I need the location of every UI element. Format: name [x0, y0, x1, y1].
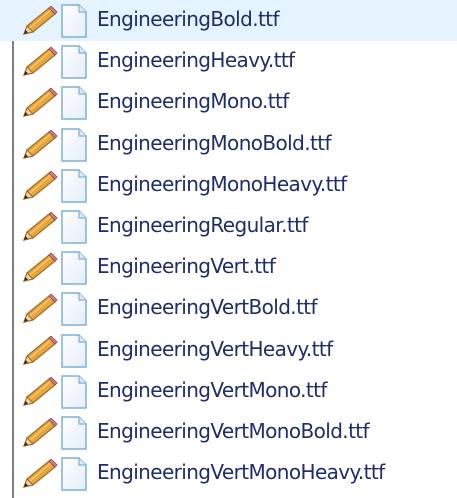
file-list-item[interactable]: EngineeringVertHeavy.ttf	[0, 330, 457, 371]
file-name-label: EngineeringVertMono.ttf	[97, 377, 327, 402]
document-icon	[61, 4, 87, 38]
document-icon	[61, 416, 87, 450]
file-name-label: EngineeringMono.ttf	[97, 89, 289, 114]
file-name-label: EngineeringMonoHeavy.ttf	[97, 171, 347, 196]
file-list-item[interactable]: EngineeringMonoBold.ttf	[0, 124, 457, 165]
document-icon	[61, 457, 87, 491]
document-icon	[61, 127, 87, 162]
file-name-label: EngineeringVertMonoBold.ttf	[97, 418, 370, 443]
file-name-label: EngineeringVertBold.ttf	[97, 295, 318, 320]
file-list-item[interactable]: EngineeringBold.ttf	[0, 0, 457, 42]
document-icon	[61, 86, 87, 121]
edit-pencil-icon[interactable]	[18, 417, 58, 450]
edit-pencil-icon[interactable]	[18, 88, 58, 120]
edit-pencil-icon[interactable]	[18, 294, 58, 326]
document-icon	[61, 210, 87, 244]
file-list-item[interactable]: EngineeringVert.ttf	[0, 247, 457, 288]
file-list-item[interactable]: EngineeringRegular.ttf	[0, 206, 457, 247]
file-list-item[interactable]: EngineeringMono.ttf	[0, 82, 457, 123]
file-name-label: EngineeringVert.ttf	[97, 254, 276, 279]
edit-pencil-icon[interactable]	[18, 253, 58, 285]
file-list-item[interactable]: EngineeringVertBold.ttf	[0, 288, 457, 329]
document-icon	[61, 251, 87, 285]
file-name-label: EngineeringVertMonoHeavy.ttf	[97, 460, 385, 485]
file-list-item[interactable]: EngineeringHeavy.ttf	[0, 41, 457, 82]
document-icon	[61, 374, 87, 409]
file-name-label: EngineeringVertHeavy.ttf	[97, 336, 333, 361]
document-icon	[61, 45, 87, 79]
edit-pencil-icon[interactable]	[18, 459, 58, 491]
edit-pencil-icon[interactable]	[18, 47, 58, 79]
file-tree: EngineeringBold.ttf EngineeringHeavy.ttf	[0, 0, 457, 498]
file-list-item[interactable]: EngineeringVertMono.ttf	[0, 371, 457, 412]
file-list: EngineeringBold.ttf EngineeringHeavy.ttf	[0, 0, 457, 494]
edit-pencil-icon[interactable]	[18, 376, 58, 409]
file-name-label: EngineeringRegular.ttf	[97, 212, 308, 237]
document-icon	[61, 292, 87, 327]
file-name-label: EngineeringHeavy.ttf	[97, 48, 295, 73]
edit-pencil-icon[interactable]	[18, 129, 58, 162]
file-list-item[interactable]: EngineeringVertMonoHeavy.ttf	[0, 453, 457, 494]
edit-pencil-icon[interactable]	[18, 170, 58, 203]
edit-pencil-icon[interactable]	[18, 6, 58, 38]
edit-pencil-icon[interactable]	[18, 211, 58, 244]
file-name-label: EngineeringBold.ttf	[97, 7, 280, 31]
file-name-label: EngineeringMonoBold.ttf	[97, 130, 332, 155]
edit-pencil-icon[interactable]	[18, 335, 58, 368]
file-list-item[interactable]: EngineeringMonoHeavy.ttf	[0, 165, 457, 206]
document-icon	[61, 333, 87, 368]
document-icon	[61, 169, 87, 203]
file-list-item[interactable]: EngineeringVertMonoBold.ttf	[0, 412, 457, 453]
